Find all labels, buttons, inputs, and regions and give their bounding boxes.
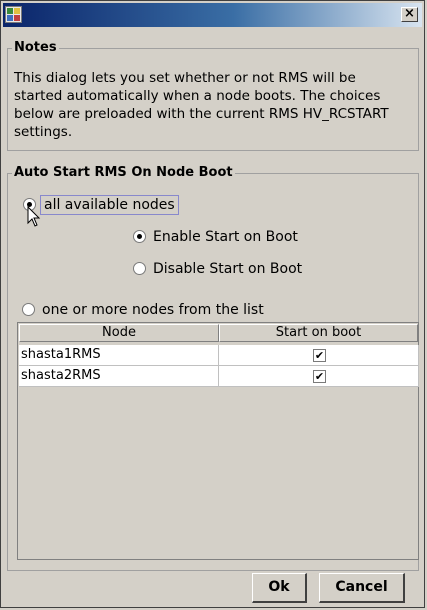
- node-cell[interactable]: shasta1RMS: [19, 345, 219, 366]
- ok-button[interactable]: Ok: [252, 573, 307, 603]
- column-header-start-on-boot[interactable]: Start on boot: [219, 324, 418, 342]
- node-table[interactable]: Node Start on boot shasta1RMS ✔ shasta2R…: [17, 322, 419, 560]
- table-row[interactable]: shasta1RMS ✔: [19, 345, 419, 366]
- enable-start-radio[interactable]: [133, 230, 146, 243]
- dialog-window: × Notes This dialog lets you set whether…: [0, 0, 425, 608]
- all-nodes-label[interactable]: all available nodes: [40, 195, 179, 215]
- start-on-boot-checkbox[interactable]: ✔: [313, 349, 326, 362]
- column-header-node[interactable]: Node: [19, 324, 219, 342]
- enable-start-label[interactable]: Enable Start on Boot: [153, 228, 298, 246]
- node-list-label[interactable]: one or more nodes from the list: [42, 301, 264, 319]
- app-icon: [5, 6, 22, 23]
- start-on-boot-checkbox[interactable]: ✔: [313, 370, 326, 383]
- cancel-button[interactable]: Cancel: [319, 573, 405, 603]
- auto-start-title: Auto Start RMS On Node Boot: [12, 165, 235, 181]
- start-on-boot-cell[interactable]: ✔: [219, 345, 419, 366]
- title-bar[interactable]: ×: [3, 3, 422, 27]
- disable-start-label[interactable]: Disable Start on Boot: [153, 260, 302, 278]
- table-row[interactable]: shasta2RMS ✔: [19, 366, 419, 387]
- node-list-radio[interactable]: [22, 303, 35, 316]
- mouse-pointer-icon: [27, 205, 41, 232]
- close-button[interactable]: ×: [401, 7, 418, 22]
- notes-title: Notes: [12, 40, 59, 56]
- notes-text: This dialog lets you set whether or not …: [14, 70, 389, 140]
- notes-group: Notes This dialog lets you set whether o…: [7, 40, 419, 151]
- start-on-boot-cell[interactable]: ✔: [219, 366, 419, 387]
- node-cell[interactable]: shasta2RMS: [19, 366, 219, 387]
- disable-start-radio[interactable]: [133, 262, 146, 275]
